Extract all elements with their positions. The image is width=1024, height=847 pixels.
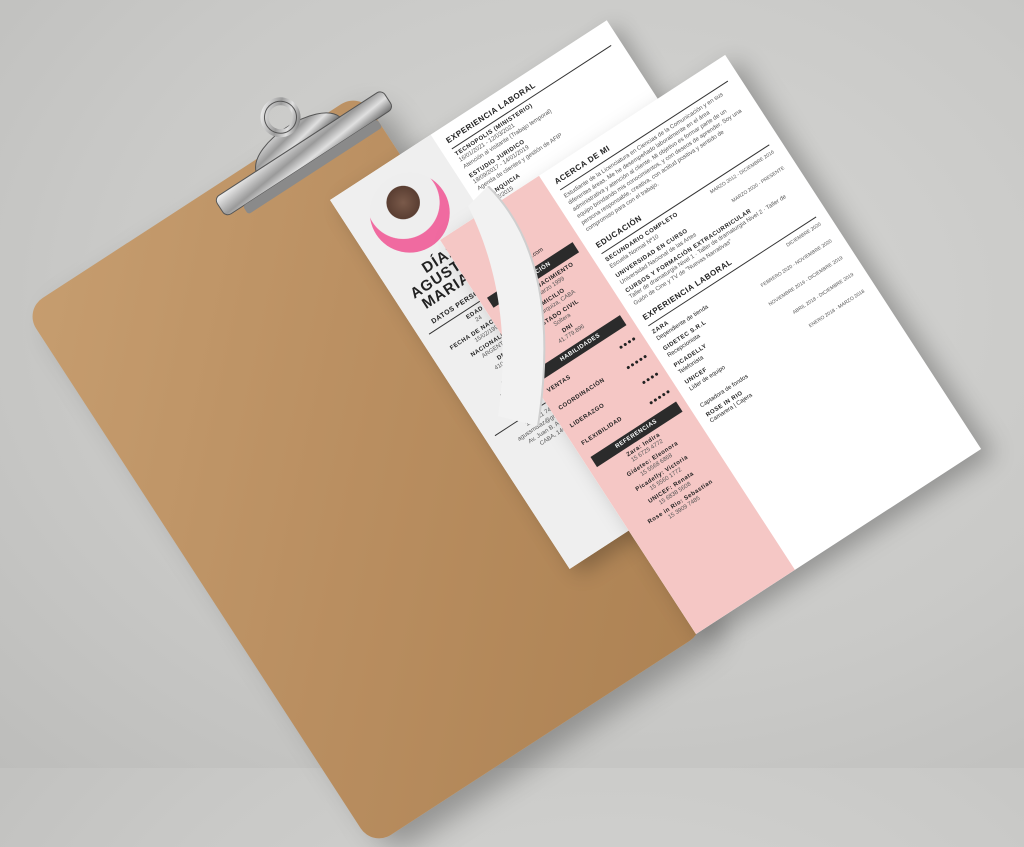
skill-dot xyxy=(641,380,647,385)
skill-dot xyxy=(665,389,671,394)
skill-dot xyxy=(661,392,666,397)
skill-dot xyxy=(654,372,659,377)
skill-dot xyxy=(626,365,631,370)
skill-dot xyxy=(650,374,655,380)
skill-dot xyxy=(630,362,635,367)
page-curl xyxy=(468,186,546,426)
skill-dot xyxy=(619,345,624,350)
clipboard-clip xyxy=(215,91,392,216)
skill-dot xyxy=(643,354,648,359)
skill-dot xyxy=(634,359,639,365)
skill-dot xyxy=(623,342,628,347)
skill-dot xyxy=(653,397,658,403)
skill-dot xyxy=(631,336,636,342)
skill-dot xyxy=(627,339,632,344)
skill-dot xyxy=(638,357,643,362)
skill-dot xyxy=(649,400,654,405)
skill-dot xyxy=(657,395,662,400)
skill-dot xyxy=(646,377,651,382)
